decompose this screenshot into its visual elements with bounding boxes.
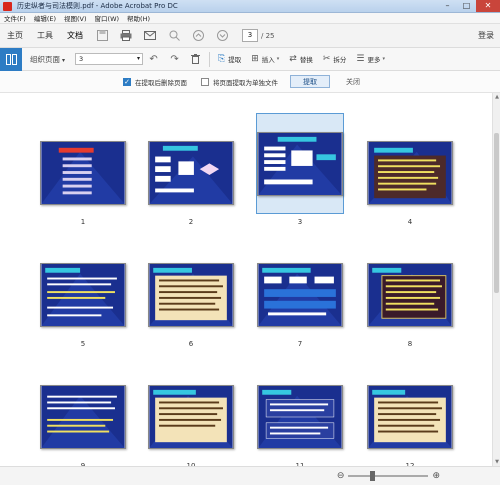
page-thumbnail[interactable]: 8 <box>366 253 454 348</box>
page-number-input[interactable]: 3 <box>242 29 258 42</box>
organize-title[interactable]: 组织页面 ▾ <box>30 54 65 65</box>
replace-icon: ⇄ <box>289 54 297 64</box>
print-icon[interactable] <box>119 29 133 43</box>
page-number-label: 4 <box>407 218 413 226</box>
more-tool[interactable]: ☰ 更多 ▾ <box>356 54 385 64</box>
separate-files-checkbox[interactable]: 将页面提取为单独文件 <box>201 77 278 87</box>
minimize-button[interactable]: – <box>438 0 457 12</box>
menu-help[interactable]: 帮助(H) <box>123 13 154 23</box>
toolbar-divider <box>209 51 211 67</box>
slide-image <box>367 262 453 327</box>
previous-page-icon[interactable] <box>191 29 205 43</box>
scroll-up-icon[interactable]: ▲ <box>493 94 500 100</box>
title-bar: 历史纵者与司法模则.pdf - Adobe Acrobat Pro DC – □… <box>0 0 500 13</box>
tab-tools[interactable]: 工具 <box>30 24 60 48</box>
tab-home[interactable]: 主页 <box>0 24 30 48</box>
insert-icon: ⊞ <box>251 54 259 64</box>
replace-tool[interactable]: ⇄ 替换 <box>289 54 313 64</box>
more-icon: ☰ <box>356 54 365 64</box>
vertical-scrollbar[interactable]: ▲ ▼ <box>492 93 500 466</box>
slide-image <box>40 262 126 327</box>
page-thumbnail-selected[interactable]: 3 <box>256 113 344 226</box>
split-tool[interactable]: ✂ 拆分 <box>323 54 347 64</box>
page-thumbnail[interactable]: 12 <box>366 375 454 466</box>
page-thumbnail[interactable]: 6 <box>147 253 235 348</box>
page-thumbnail[interactable]: 11 <box>256 375 344 466</box>
menu-view[interactable]: 视图(V) <box>60 13 91 23</box>
slide-image <box>257 262 343 327</box>
checkbox-checked-icon: ✓ <box>123 77 131 86</box>
extract-button[interactable]: 提取 <box>290 75 330 88</box>
page-thumbnail[interactable]: 1 <box>39 131 127 226</box>
menu-edit[interactable]: 编辑(E) <box>30 13 60 23</box>
extract-icon: ⎘ <box>218 54 226 64</box>
signin-link[interactable]: 登录 <box>478 30 494 41</box>
maximize-button[interactable]: □ <box>457 0 476 12</box>
scrollbar-thumb[interactable] <box>494 133 499 293</box>
slide-image <box>257 384 343 449</box>
menu-bar: 文件(F) 编辑(E) 视图(V) 窗口(W) 帮助(H) <box>0 13 500 24</box>
extract-options-bar: ✓ 在提取后删除页面 将页面提取为单独文件 提取 关闭 <box>0 71 500 93</box>
extract-tool[interactable]: ⎘ 提取 <box>218 54 241 64</box>
rotate-right-icon[interactable]: ↷ <box>168 53 181 66</box>
slide-image <box>40 140 126 205</box>
email-icon[interactable] <box>143 29 157 43</box>
close-button[interactable]: ✕ <box>476 0 500 12</box>
slide-image <box>148 140 234 205</box>
slide-image <box>148 262 234 327</box>
close-extract-button[interactable]: 关闭 <box>346 77 360 87</box>
page-number-label: 3 <box>297 218 303 226</box>
menu-window[interactable]: 窗口(W) <box>91 13 124 23</box>
tab-document[interactable]: 文档 <box>60 24 90 48</box>
page-thumbnail[interactable]: 9 <box>39 375 127 466</box>
page-thumbnail[interactable]: 10 <box>147 375 235 466</box>
page-thumbnail[interactable]: 4 <box>366 131 454 226</box>
page-number-label: 6 <box>188 340 194 348</box>
chevron-down-icon: ▾ <box>137 55 141 62</box>
organize-toolbar: 组织页面 ▾ 3 ▾ ↶ ↷ ⎘ 提取 ⊞ 插入 ▾ ⇄ 替换 ✂ 拆分 ☰ 更多 ▾ <box>0 47 500 71</box>
delete-after-extract-checkbox[interactable]: ✓ 在提取后删除页面 <box>123 77 187 87</box>
checkbox-unchecked-icon <box>201 77 209 86</box>
page-number-label: 8 <box>407 340 413 348</box>
zoom-bar: ⊖ ⊕ <box>0 466 500 485</box>
page-number-label: 7 <box>297 340 303 348</box>
main-toolbar: 主页 工具 文档 3 / 25 登录 <box>0 24 500 48</box>
zoom-out-icon[interactable]: ⊖ <box>337 471 345 481</box>
zoom-slider-handle[interactable] <box>370 471 376 481</box>
zoom-slider[interactable] <box>348 471 429 481</box>
insert-tool[interactable]: ⊞ 插入 ▾ <box>251 54 279 64</box>
next-page-icon[interactable] <box>215 29 229 43</box>
menu-file[interactable]: 文件(F) <box>0 13 30 23</box>
slide-image <box>367 384 453 449</box>
page-thumbnail[interactable]: 5 <box>39 253 127 348</box>
window-title: 历史纵者与司法模则.pdf - Adobe Acrobat Pro DC <box>17 2 178 10</box>
save-icon[interactable] <box>95 29 109 43</box>
page-thumbnail[interactable]: 2 <box>147 131 235 226</box>
search-icon[interactable] <box>167 29 181 43</box>
slide-image <box>257 131 343 196</box>
zoom-in-icon[interactable]: ⊕ <box>432 471 440 481</box>
rotate-left-icon[interactable]: ↶ <box>147 53 160 66</box>
delete-icon[interactable] <box>189 53 202 66</box>
page-number-label: 2 <box>188 218 194 226</box>
slide-image <box>367 140 453 205</box>
acrobat-icon <box>3 1 12 11</box>
page-number-label: 5 <box>80 340 86 348</box>
slide-image <box>40 384 126 449</box>
scissors-icon: ✂ <box>322 54 331 64</box>
page-number-label: 1 <box>80 218 86 226</box>
page-total: / 25 <box>261 31 275 40</box>
page-range-select[interactable]: 3 ▾ <box>75 53 144 65</box>
organize-pages-icon[interactable] <box>0 47 22 71</box>
slide-image <box>148 384 234 449</box>
page-thumbnails: 1 2 3 4 5 6 7 8 9 10 11 12 <box>0 93 492 466</box>
scroll-down-icon[interactable]: ▼ <box>493 459 500 465</box>
page-thumbnail[interactable]: 7 <box>256 253 344 348</box>
